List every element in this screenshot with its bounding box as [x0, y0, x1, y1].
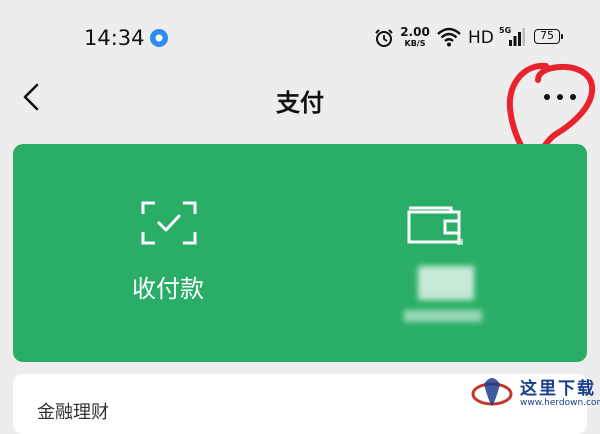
watermark-title: 这里下载	[520, 379, 596, 399]
network-speed: 2.00 KB/S	[400, 26, 430, 48]
status-bar: 14:34 2.00 KB/S HD 5G 75	[0, 0, 600, 70]
page-title: 支付	[276, 89, 324, 117]
receive-payment-label: 收付款	[132, 275, 204, 303]
navigation-bar: 支付	[0, 70, 600, 125]
alarm-icon	[375, 29, 393, 47]
finance-section-title: 金融理财	[37, 402, 109, 423]
status-time: 14:34	[84, 26, 145, 50]
blurred-wallet-label	[418, 266, 474, 300]
wallet-button[interactable]	[300, 144, 587, 362]
app-notification-icon	[150, 29, 168, 47]
watermark: 这里下载 www.herdown.com	[470, 366, 600, 416]
signal-strength-icon	[509, 28, 525, 46]
network-speed-value: 2.00	[400, 25, 430, 39]
network-type-label: HD	[468, 28, 494, 48]
wallet-icon	[407, 206, 463, 245]
blurred-wallet-balance	[404, 310, 482, 322]
watermark-logo-icon	[471, 378, 513, 406]
receive-payment-button[interactable]: 收付款	[13, 144, 300, 362]
wifi-icon	[437, 27, 461, 47]
watermark-url: www.herdown.com	[520, 398, 600, 408]
scan-check-icon	[141, 201, 197, 245]
network-speed-unit: KB/S	[404, 39, 426, 48]
battery-indicator: 75	[534, 29, 563, 44]
payment-card: 收付款	[13, 144, 587, 362]
more-options-button[interactable]	[538, 83, 582, 111]
